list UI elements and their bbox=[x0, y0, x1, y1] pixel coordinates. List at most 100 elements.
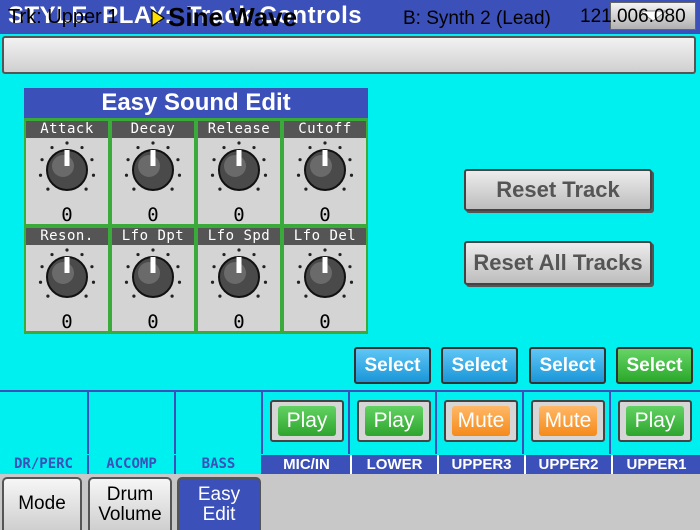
knob-tick bbox=[170, 294, 174, 298]
knob-tick bbox=[256, 187, 260, 191]
knob-tick bbox=[84, 294, 88, 298]
knob-tick bbox=[91, 173, 96, 177]
knob-tick bbox=[166, 252, 170, 257]
track-label-bass: BASS bbox=[176, 455, 263, 474]
knob-tick bbox=[342, 187, 346, 191]
knob-tick bbox=[296, 173, 301, 177]
easy-sound-edit-title: Easy Sound Edit bbox=[24, 88, 368, 118]
knob-tick bbox=[348, 265, 352, 269]
knob-tick bbox=[262, 158, 266, 162]
knob-tick bbox=[210, 173, 215, 177]
sound-name[interactable]: Sine Wave bbox=[168, 2, 297, 33]
track-slot-accomp[interactable] bbox=[89, 392, 176, 454]
knob-pointer bbox=[150, 257, 156, 273]
knob-tick bbox=[40, 158, 44, 162]
knob-pointer bbox=[236, 257, 242, 273]
knob-tick bbox=[46, 294, 50, 298]
knob-cell-cutoff[interactable]: Cutoff 0 bbox=[284, 121, 366, 226]
knob-tick bbox=[262, 265, 266, 269]
knob-tick bbox=[132, 187, 136, 191]
knob-label: Lfo Dpt bbox=[112, 228, 194, 245]
reset-all-tracks-button[interactable]: Reset All Tracks bbox=[464, 241, 652, 285]
play-mute-button-upper1[interactable]: Play bbox=[618, 400, 692, 442]
knob-tick bbox=[338, 252, 342, 257]
knob-cell-resonance[interactable]: Reson. 0 bbox=[26, 228, 108, 333]
reset-track-button[interactable]: Reset Track bbox=[464, 169, 652, 211]
play-mute-button-upper2[interactable]: Mute bbox=[531, 400, 605, 442]
play-mute-button-upper3[interactable]: Mute bbox=[444, 400, 518, 442]
knob-icon[interactable] bbox=[123, 140, 183, 200]
knob-cell-lfo-speed[interactable]: Lfo Spd 0 bbox=[198, 228, 280, 333]
knob-tick bbox=[323, 141, 327, 145]
knob-tick bbox=[210, 280, 215, 284]
knob-tick bbox=[50, 145, 54, 150]
knob-tick bbox=[237, 141, 241, 145]
knob-tick bbox=[256, 294, 260, 298]
knob-cell-attack[interactable]: Attack 0 bbox=[26, 121, 108, 226]
knob-pointer bbox=[322, 257, 328, 273]
knob-tick bbox=[252, 145, 256, 150]
tab-label: Volume bbox=[98, 504, 162, 525]
tab-drum-volume[interactable]: Drum Volume bbox=[88, 477, 172, 530]
knob-tick bbox=[177, 173, 182, 177]
select-button-upper3[interactable]: Select bbox=[529, 347, 606, 384]
knob-tick bbox=[218, 294, 222, 298]
knob-value: 0 bbox=[61, 204, 73, 226]
knob-tick bbox=[263, 173, 268, 177]
knob-tick bbox=[80, 252, 84, 257]
track-label-accomp: ACCOMP bbox=[89, 455, 176, 474]
knob-cell-lfo-delay[interactable]: Lfo Del 0 bbox=[284, 228, 366, 333]
knob-pointer bbox=[150, 150, 156, 166]
knob-icon[interactable] bbox=[123, 247, 183, 307]
track-slot-dr-perc[interactable] bbox=[0, 392, 89, 454]
play-mute-button-mic-in[interactable]: Play bbox=[270, 400, 344, 442]
knob-tick bbox=[124, 280, 129, 284]
knob-tick bbox=[151, 141, 155, 145]
knob-cell-decay[interactable]: Decay 0 bbox=[112, 121, 194, 226]
play-mute-button-lower[interactable]: Play bbox=[357, 400, 431, 442]
knob-value: 0 bbox=[319, 311, 331, 333]
knob-highlight bbox=[224, 155, 246, 177]
knob-value: 0 bbox=[147, 204, 159, 226]
knob-tick bbox=[65, 141, 69, 145]
knob-label: Decay bbox=[112, 121, 194, 138]
knob-tick bbox=[338, 145, 342, 150]
play-mute-state: Mute bbox=[452, 406, 510, 436]
knob-tick bbox=[38, 173, 43, 177]
knob-pointer bbox=[64, 150, 70, 166]
knob-tick bbox=[349, 173, 354, 177]
select-button-mic-in[interactable]: Select bbox=[354, 347, 431, 384]
track-slot-bass[interactable] bbox=[176, 392, 263, 454]
knob-value: 0 bbox=[61, 311, 73, 333]
knob-icon[interactable] bbox=[37, 140, 97, 200]
knob-tick bbox=[308, 252, 312, 257]
knob-icon[interactable] bbox=[209, 140, 269, 200]
easy-sound-edit-panel: Attack 0 Decay 0 Release 0 Cutoff 0 Reso… bbox=[24, 118, 368, 334]
knob-icon[interactable] bbox=[295, 247, 355, 307]
knob-value: 0 bbox=[233, 204, 245, 226]
knob-icon[interactable] bbox=[37, 247, 97, 307]
track-label: Trk: Upper 1 bbox=[8, 6, 119, 28]
knob-tick bbox=[212, 265, 216, 269]
knob-icon[interactable] bbox=[209, 247, 269, 307]
select-button-upper1[interactable]: Select bbox=[616, 347, 693, 384]
knob-tick bbox=[84, 187, 88, 191]
track-label-upper3: UPPER3 bbox=[437, 455, 524, 474]
knob-tick bbox=[323, 248, 327, 252]
track-label-lower: LOWER bbox=[350, 455, 437, 474]
knob-tick bbox=[132, 294, 136, 298]
sound-bank: B: Synth 2 (Lead) bbox=[403, 8, 551, 29]
knob-tick bbox=[348, 158, 352, 162]
select-button-lower[interactable]: Select bbox=[441, 347, 518, 384]
knob-cell-lfo-depth[interactable]: Lfo Dpt 0 bbox=[112, 228, 194, 333]
tab-easy-edit[interactable]: Easy Edit bbox=[177, 477, 261, 530]
tab-mode[interactable]: Mode bbox=[2, 477, 82, 530]
knob-label: Lfo Del bbox=[284, 228, 366, 245]
knob-tick bbox=[304, 187, 308, 191]
knob-cell-release[interactable]: Release 0 bbox=[198, 121, 280, 226]
track-label-upper2: UPPER2 bbox=[524, 455, 611, 474]
track-label-dr-perc: DR/PERC bbox=[0, 455, 89, 474]
knob-icon[interactable] bbox=[295, 140, 355, 200]
knob-highlight bbox=[224, 262, 246, 284]
knob-tick bbox=[308, 145, 312, 150]
